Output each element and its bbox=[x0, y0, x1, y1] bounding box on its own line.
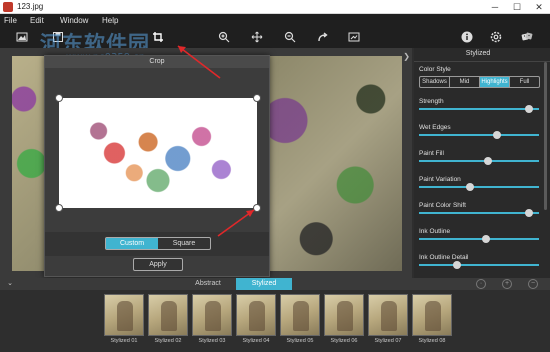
crop-icon[interactable] bbox=[150, 30, 166, 44]
preset-label: Stylized 05 bbox=[286, 338, 314, 344]
preset-label: Stylized 02 bbox=[154, 338, 182, 344]
menu-window[interactable]: Window bbox=[60, 16, 88, 25]
settings-icon[interactable] bbox=[488, 30, 504, 44]
move-icon[interactable] bbox=[249, 30, 265, 44]
slider-knob-paint-fill[interactable] bbox=[483, 157, 492, 165]
slider-knob-paint-variation[interactable] bbox=[466, 183, 475, 191]
preset-figure bbox=[293, 301, 309, 331]
preset-options-icon[interactable]: · bbox=[476, 279, 486, 289]
preset-label: Stylized 04 bbox=[242, 338, 270, 344]
slider-knob-ink-outline[interactable] bbox=[481, 235, 490, 243]
preset-thumbnail[interactable] bbox=[368, 294, 408, 336]
menu-help[interactable]: Help bbox=[102, 16, 118, 25]
minimize-button[interactable]: ─ bbox=[484, 0, 506, 14]
slider-knob-paint-color-shift[interactable] bbox=[525, 209, 534, 217]
preset-label: Stylized 03 bbox=[198, 338, 226, 344]
preset-thumbnail[interactable] bbox=[192, 294, 232, 336]
slider-label-ink-outline: Ink Outline bbox=[419, 228, 451, 235]
annotation-arrow-handle bbox=[217, 209, 255, 237]
preset-figure bbox=[381, 301, 397, 331]
panel-divider bbox=[414, 61, 550, 62]
preset-thumbnail[interactable] bbox=[104, 294, 144, 336]
color-style-toggle: Shadows Mid Highlights Full bbox=[419, 76, 540, 88]
menu-edit[interactable]: Edit bbox=[30, 16, 44, 25]
zoom-out-icon[interactable] bbox=[282, 30, 298, 44]
menu-file[interactable]: File bbox=[4, 16, 17, 25]
panel-scrollbar[interactable] bbox=[544, 62, 547, 210]
window-title: 123.jpg bbox=[17, 2, 44, 11]
crop-option-square[interactable]: Square bbox=[158, 238, 210, 249]
color-style-mid[interactable]: Mid bbox=[450, 77, 480, 87]
color-style-label: Color Style bbox=[419, 66, 451, 73]
slider-label-paint-variation: Paint Variation bbox=[419, 176, 461, 183]
preset-figure bbox=[117, 301, 133, 331]
slider-paint-variation[interactable] bbox=[419, 183, 539, 191]
preset-thumbnail[interactable] bbox=[236, 294, 276, 336]
crop-handle-bottom-left[interactable] bbox=[55, 204, 63, 212]
add-preset-icon[interactable]: + bbox=[502, 279, 512, 289]
slider-ink-outline[interactable] bbox=[419, 235, 539, 243]
preset-label: Stylized 06 bbox=[330, 338, 358, 344]
preset-thumbnail[interactable] bbox=[280, 294, 320, 336]
tab-abstract[interactable]: Abstract bbox=[180, 278, 236, 290]
preset-thumbnail[interactable] bbox=[412, 294, 452, 336]
slider-knob-strength[interactable] bbox=[525, 105, 534, 113]
preset-figure bbox=[249, 301, 265, 331]
preset-thumbnail[interactable] bbox=[148, 294, 188, 336]
app-icon bbox=[3, 2, 13, 12]
slider-label-strength: Strength bbox=[419, 98, 444, 105]
annotation-arrow-crop bbox=[177, 45, 221, 79]
slider-strength[interactable] bbox=[419, 105, 539, 113]
slider-label-paint-fill: Paint Fill bbox=[419, 150, 444, 157]
preset-figure bbox=[161, 301, 177, 331]
crop-dialog: Crop Custom Square Apply bbox=[44, 55, 270, 277]
apply-button[interactable]: Apply bbox=[133, 258, 183, 271]
crop-handle-top-right[interactable] bbox=[253, 94, 261, 102]
preset-label: Stylized 08 bbox=[418, 338, 446, 344]
redo-icon[interactable] bbox=[315, 30, 331, 44]
slider-label-ink-outline-detail: Ink Outline Detail bbox=[419, 254, 469, 261]
preset-label: Stylized 01 bbox=[110, 338, 138, 344]
slider-label-wet-edges: Wet Edges bbox=[419, 124, 451, 131]
fit-screen-icon[interactable] bbox=[346, 30, 362, 44]
preset-thumbnail[interactable] bbox=[324, 294, 364, 336]
slider-knob-wet-edges[interactable] bbox=[492, 131, 501, 139]
slider-paint-fill[interactable] bbox=[419, 157, 539, 165]
maximize-button[interactable]: ☐ bbox=[506, 0, 528, 14]
crop-option-custom[interactable]: Custom bbox=[106, 238, 158, 249]
slider-ink-outline-detail[interactable] bbox=[419, 261, 539, 269]
crop-ratio-toggle: Custom Square bbox=[105, 237, 211, 250]
preset-figure bbox=[425, 301, 441, 331]
tab-stylized[interactable]: Stylized bbox=[236, 278, 292, 290]
toolbar: File Edit Window Help 河东软件园 bbox=[0, 14, 550, 56]
slider-paint-color-shift[interactable] bbox=[419, 209, 539, 217]
info-icon[interactable] bbox=[459, 30, 475, 44]
slider-wet-edges[interactable] bbox=[419, 131, 539, 139]
crop-handle-top-left[interactable] bbox=[55, 94, 63, 102]
color-style-full[interactable]: Full bbox=[510, 77, 539, 87]
preset-figure bbox=[205, 301, 221, 331]
color-style-highlights[interactable]: Highlights bbox=[480, 77, 510, 87]
category-tab-bar: ⌄ Abstract Stylized · + − bbox=[0, 278, 550, 290]
crop-frame[interactable] bbox=[59, 98, 257, 208]
remove-preset-icon[interactable]: − bbox=[528, 279, 538, 289]
slider-knob-ink-outline-detail[interactable] bbox=[452, 261, 461, 269]
app-window: 123.jpg ─ ☐ ✕ File Edit Window Help 河东软件… bbox=[0, 0, 550, 352]
panel-title: Stylized bbox=[465, 50, 491, 57]
preset-label: Stylized 07 bbox=[374, 338, 402, 344]
settings-panel: Stylized Color Style Shadows Mid Highlig… bbox=[414, 48, 550, 278]
collapse-strip-icon[interactable]: ⌄ bbox=[4, 278, 16, 290]
image-open-icon[interactable] bbox=[14, 30, 30, 44]
crop-dialog-title: Crop bbox=[45, 56, 269, 68]
title-bar: 123.jpg ─ ☐ ✕ bbox=[0, 0, 550, 14]
preset-figure bbox=[337, 301, 353, 331]
slider-label-paint-color-shift: Paint Color Shift bbox=[419, 202, 466, 209]
close-button[interactable]: ✕ bbox=[528, 0, 550, 14]
color-style-shadows[interactable]: Shadows bbox=[420, 77, 450, 87]
panel-toggle-arrow-icon[interactable]: ❯ bbox=[403, 52, 410, 61]
dice-icon[interactable] bbox=[519, 30, 535, 44]
preset-strip: Stylized 01 Stylized 02 Stylized 03 Styl… bbox=[0, 290, 550, 352]
